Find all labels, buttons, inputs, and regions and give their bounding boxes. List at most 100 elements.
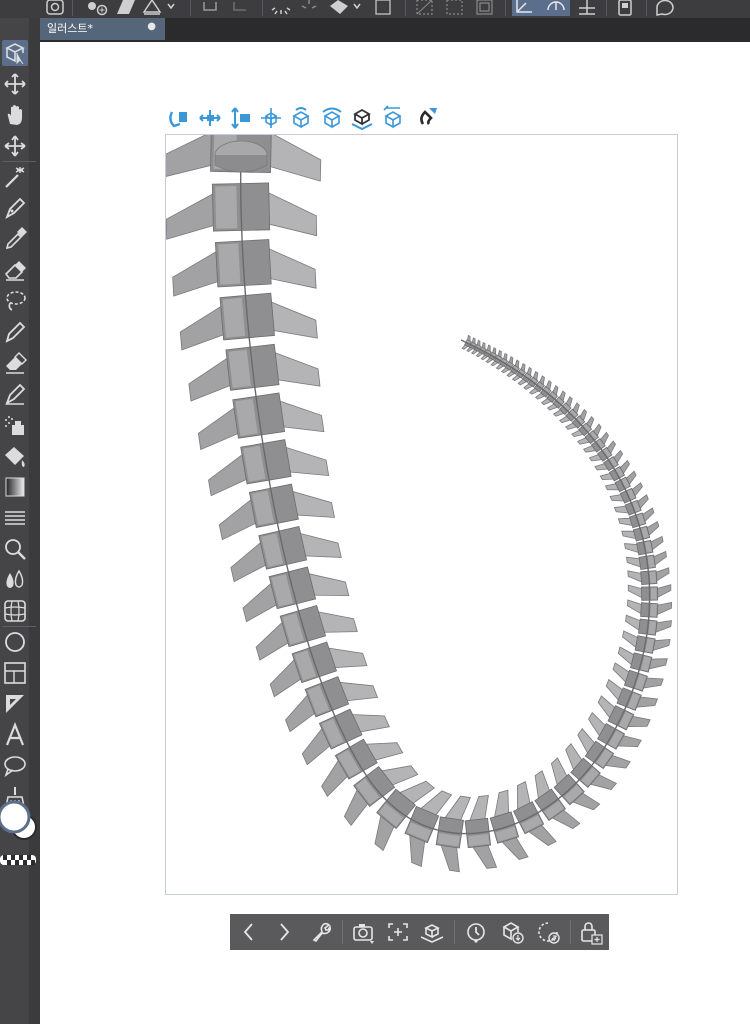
- color-indicator[interactable]: [0, 796, 40, 842]
- align-floor-button[interactable]: [349, 104, 375, 132]
- transform-icon[interactable]: [298, 0, 320, 16]
- move-tool[interactable]: [2, 133, 28, 159]
- eyedropper-tool[interactable]: [2, 226, 28, 252]
- crop-icon[interactable]: [474, 0, 496, 16]
- reset-position-button[interactable]: [380, 104, 406, 132]
- soft-eraser-tool[interactable]: [2, 350, 28, 376]
- eraser-tool[interactable]: [2, 257, 28, 283]
- fine-pen-tool[interactable]: [2, 381, 28, 407]
- magnifier-icon: [5, 539, 26, 560]
- next-icon: [280, 923, 290, 941]
- lasso-tool[interactable]: [2, 288, 28, 314]
- floor-align-button[interactable]: [418, 919, 446, 945]
- drops-icon: [6, 569, 24, 588]
- main-color-chip: [0, 800, 31, 834]
- eyedropper-icon: [5, 227, 27, 250]
- rotate-object-z-icon: [321, 107, 342, 129]
- magnet-snap-icon: [420, 108, 437, 125]
- loading-spinner-icon: [270, 0, 292, 16]
- circle-icon: [5, 632, 25, 652]
- document-tab-bar: 일러스트* ●: [40, 18, 750, 42]
- fill-bucket-icon[interactable]: [326, 0, 366, 16]
- vertebra: [208, 439, 330, 497]
- timeline-button[interactable]: [462, 919, 490, 945]
- tool-palette-scrollbar[interactable]: [29, 18, 40, 1024]
- rotate-camera-button[interactable]: [166, 104, 192, 132]
- vertebra: [179, 292, 318, 351]
- tool-group-divider: [2, 161, 36, 162]
- lock-object-button[interactable]: [577, 919, 605, 945]
- next-button[interactable]: [270, 919, 298, 945]
- wrench-settings-button[interactable]: [306, 919, 334, 945]
- close-tab-icon[interactable]: ●: [147, 21, 156, 32]
- tool-group-divider: [2, 626, 36, 627]
- fill-icon[interactable]: [113, 0, 137, 16]
- zoom-tool[interactable]: [2, 536, 28, 562]
- canvas[interactable]: [165, 134, 678, 895]
- transparent-color-toggle[interactable]: [0, 850, 36, 865]
- auto-select-tool[interactable]: [2, 164, 28, 190]
- pen-icon: [5, 197, 26, 220]
- invert-selection-icon[interactable]: [444, 0, 466, 16]
- ruler-tool[interactable]: [2, 598, 28, 624]
- tone-icon[interactable]: [142, 0, 176, 16]
- hand-tool[interactable]: [2, 102, 28, 128]
- pen-tool[interactable]: [2, 195, 28, 221]
- object-cursor-icon: [5, 43, 25, 65]
- blend-tool[interactable]: [2, 567, 28, 593]
- grid-ruler-icon: [4, 600, 26, 622]
- paint-bucket-icon: [5, 447, 25, 467]
- pencil-tool[interactable]: [2, 319, 28, 345]
- undo-icon[interactable]: [200, 0, 222, 16]
- fill-tool[interactable]: [2, 443, 28, 469]
- move-object-xy-button[interactable]: [258, 104, 284, 132]
- ruler-active-icon[interactable]: [512, 0, 542, 16]
- rotate-object-z-button[interactable]: [319, 104, 345, 132]
- new-layer-icon[interactable]: [86, 0, 108, 16]
- spine-3d-model[interactable]: [166, 135, 673, 873]
- object-tool[interactable]: [2, 40, 28, 66]
- reset-position-icon: [382, 105, 402, 129]
- fit-to-screen-button[interactable]: [384, 919, 412, 945]
- frame-tool[interactable]: [2, 660, 28, 686]
- help-icon[interactable]: [654, 0, 676, 16]
- text-tool[interactable]: [2, 722, 28, 748]
- pan-camera-icon: [198, 110, 221, 126]
- 3d-model-viewport[interactable]: [166, 135, 677, 894]
- move-arrows-icon: [4, 135, 26, 157]
- airbrush-tool[interactable]: [2, 412, 28, 438]
- fit-to-screen-icon: [388, 923, 408, 941]
- clip-studio-icon[interactable]: [44, 0, 66, 16]
- selection-icon[interactable]: [372, 0, 394, 16]
- text-a-icon: [5, 722, 25, 746]
- clear-selection-icon[interactable]: [414, 0, 436, 16]
- ruler-icon[interactable]: [576, 0, 598, 16]
- reset-rotation-button[interactable]: [534, 919, 562, 945]
- previous-button[interactable]: [235, 919, 263, 945]
- camera-angle-button[interactable]: [350, 919, 378, 945]
- smartphone-icon[interactable]: [614, 0, 636, 16]
- move-object-xy-icon: [260, 108, 281, 128]
- control-bar-divider: [570, 920, 571, 944]
- balloon-tool[interactable]: [2, 753, 28, 779]
- rotate-object-button[interactable]: [288, 104, 314, 132]
- gradient-tool[interactable]: [2, 474, 28, 500]
- lasso-icon: [6, 291, 26, 311]
- shape-tool[interactable]: [2, 629, 28, 655]
- snap-icon[interactable]: [542, 0, 570, 16]
- lines-icon: [5, 511, 25, 525]
- move-layer-tool[interactable]: [2, 71, 28, 97]
- save-pose-icon: [502, 922, 524, 944]
- camera-angle-icon: [353, 924, 374, 944]
- dolly-camera-icon: [231, 107, 250, 129]
- correct-line-tool[interactable]: [2, 691, 28, 717]
- figure-tool[interactable]: [2, 505, 28, 531]
- save-pose-button[interactable]: [498, 919, 526, 945]
- frame-border-icon: [4, 662, 26, 684]
- document-tab[interactable]: 일러스트* ●: [40, 18, 165, 42]
- dolly-camera-button[interactable]: [227, 104, 253, 132]
- magnet-snap-button[interactable]: [415, 104, 441, 132]
- redo-icon[interactable]: [228, 0, 250, 16]
- reset-rotation-icon: [538, 922, 560, 944]
- pan-camera-button[interactable]: [197, 104, 223, 132]
